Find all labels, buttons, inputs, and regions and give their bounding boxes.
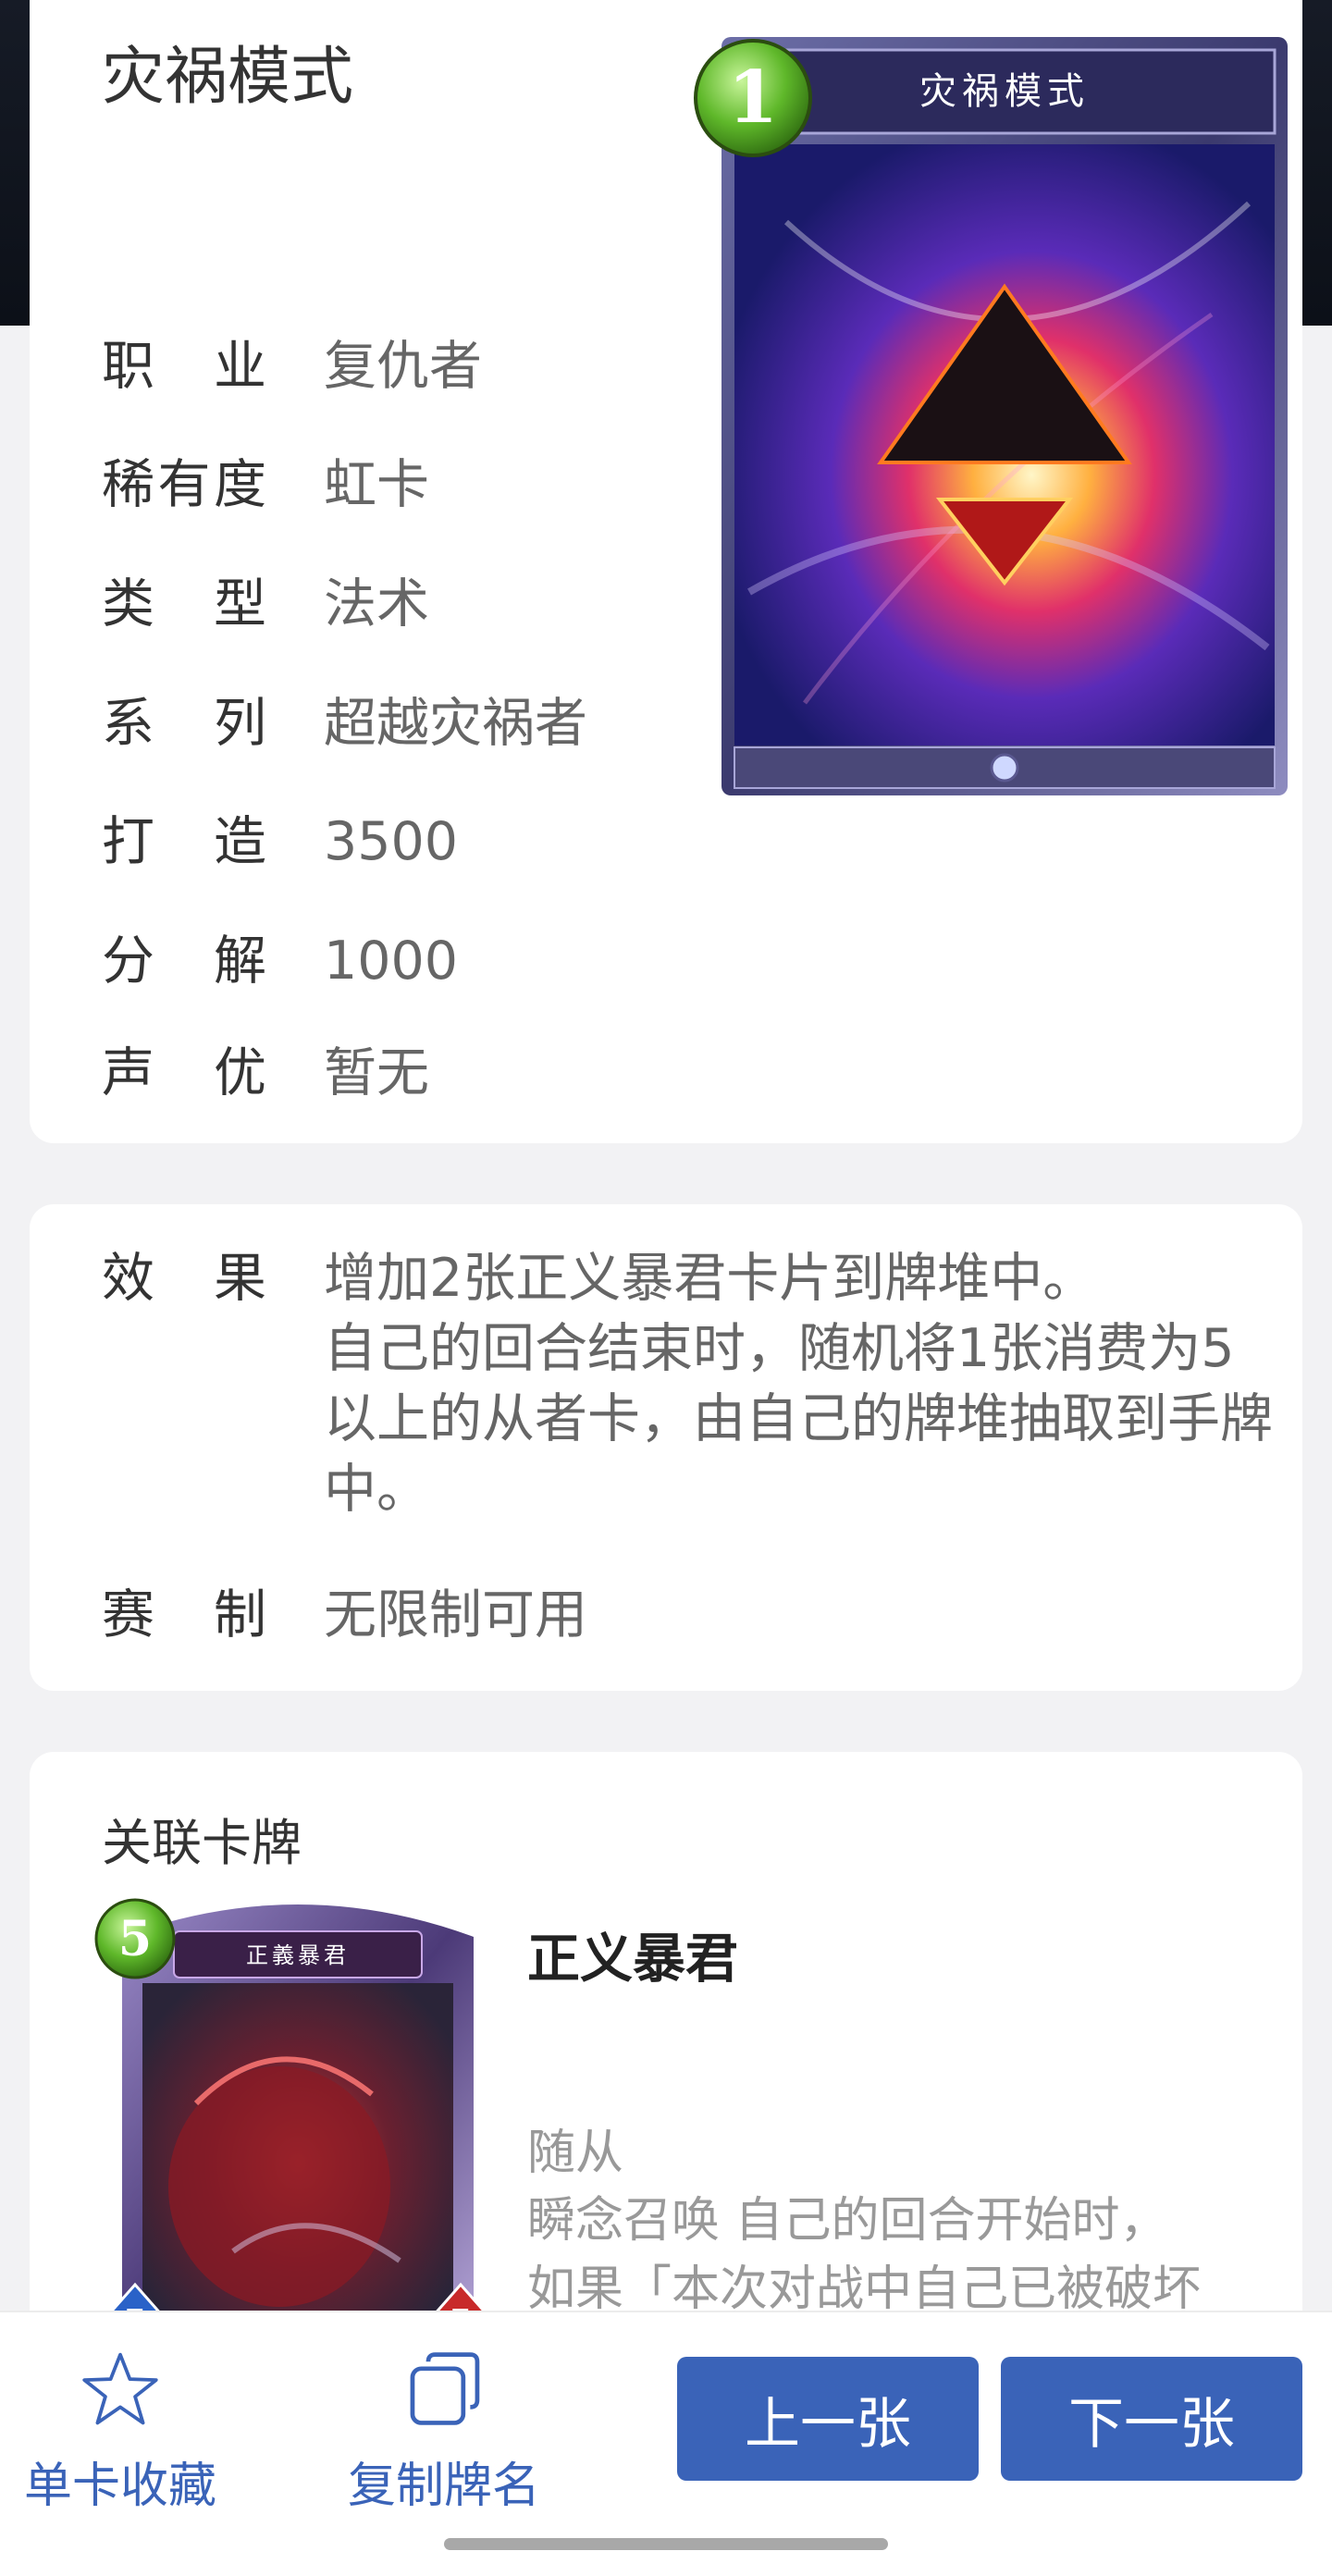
info-row-voice: 声优 暂无 xyxy=(102,1036,429,1110)
related-card-cost: 5 xyxy=(118,1911,152,1967)
next-card-button[interactable]: 下一张 xyxy=(1001,2357,1302,2481)
info-label-series: 系列 xyxy=(102,692,266,754)
related-card-name[interactable]: 正义暴君 xyxy=(527,1933,738,1986)
effect-line-1: 增加2张正义暴君卡片到牌堆中。 xyxy=(324,1248,1096,1309)
effect-label: 效果 xyxy=(102,1248,266,1309)
info-row-type: 类型 法术 xyxy=(102,567,429,641)
effect-text: 增加2张正义暴君卡片到牌堆中。 自己的回合结束时，随机将1张消费为5以上的从者卡… xyxy=(324,1243,1276,1524)
info-value-voice: 暂无 xyxy=(324,1041,429,1103)
related-card-description: 瞬念召唤 自己的回合开始时， 如果「本次对战中自己已被破坏 xyxy=(527,2187,1286,2323)
copy-name-label: 复制牌名 xyxy=(347,2459,540,2514)
card-art-image[interactable]: 灾祸模式 1 xyxy=(694,37,1291,827)
info-row-craft: 打造 3500 xyxy=(102,805,458,879)
effect-row: 效果 增加2张正义暴君卡片到牌堆中。 自己的回合结束时，随机将1张消费为5以上的… xyxy=(102,1243,1276,1524)
effect-line-2: 自己的回合结束时，随机将1张消费为5以上的从者卡，由自己的牌堆抽取到手牌中。 xyxy=(324,1318,1273,1520)
card-art-banner: 灾祸模式 xyxy=(919,70,1090,113)
info-label-voice: 声优 xyxy=(102,1041,266,1103)
card-art-illustration: 灾祸模式 1 xyxy=(694,37,1288,795)
related-card-illustration: 正義暴君 5 5 5 xyxy=(94,1898,491,2344)
related-card-banner: 正義暴君 xyxy=(246,1942,350,1968)
related-desc-line-1: 瞬念召唤 自己的回合开始时， xyxy=(527,2193,1168,2249)
previous-card-button[interactable]: 上一张 xyxy=(677,2357,979,2481)
info-row-rarity: 稀有度 虹卡 xyxy=(102,448,429,522)
favorite-label: 单卡收藏 xyxy=(23,2459,216,2514)
format-label: 赛制 xyxy=(102,1584,266,1645)
copy-icon xyxy=(410,2352,480,2425)
info-value-series: 超越灾祸者 xyxy=(324,692,587,754)
info-label-class: 职业 xyxy=(102,335,266,397)
card-cost: 1 xyxy=(728,55,778,140)
copy-name-button[interactable]: 复制牌名 xyxy=(324,2349,564,2516)
info-value-craft: 3500 xyxy=(324,810,459,872)
star-icon xyxy=(82,2352,158,2425)
info-label-type: 类型 xyxy=(102,573,266,635)
info-row-disenchant: 分解 1000 xyxy=(102,924,458,998)
info-row-series: 系列 超越灾祸者 xyxy=(102,686,587,760)
favorite-button[interactable]: 单卡收藏 xyxy=(0,2349,240,2516)
info-value-class: 复仇者 xyxy=(324,335,482,397)
related-card-type: 随从 xyxy=(527,2126,624,2181)
info-label-rarity: 稀有度 xyxy=(102,453,266,515)
related-card-art[interactable]: 正義暴君 5 5 5 xyxy=(94,1881,501,2344)
card-title: 灾祸模式 xyxy=(102,41,354,114)
home-indicator[interactable] xyxy=(444,2538,888,2550)
info-label-disenchant: 分解 xyxy=(102,930,266,992)
info-value-disenchant: 1000 xyxy=(324,930,459,992)
bottom-action-bar: 单卡收藏 复制牌名 上一张 下一张 xyxy=(0,2311,1332,2576)
card-effect-panel: 效果 增加2张正义暴君卡片到牌堆中。 自己的回合结束时，随机将1张消费为5以上的… xyxy=(30,1204,1302,1691)
card-info-panel: 灾祸模式 职业 复仇者 稀有度 虹卡 类型 法术 系列 超越灾祸者 打造 350… xyxy=(30,0,1302,1143)
format-value: 无限制可用 xyxy=(324,1584,587,1645)
info-label-craft: 打造 xyxy=(102,810,266,872)
format-row: 赛制 无限制可用 xyxy=(102,1578,587,1652)
info-value-type: 法术 xyxy=(324,573,429,635)
related-heading: 关联卡牌 xyxy=(102,1814,302,1872)
info-row-class: 职业 复仇者 xyxy=(102,329,482,403)
info-value-rarity: 虹卡 xyxy=(324,453,429,515)
